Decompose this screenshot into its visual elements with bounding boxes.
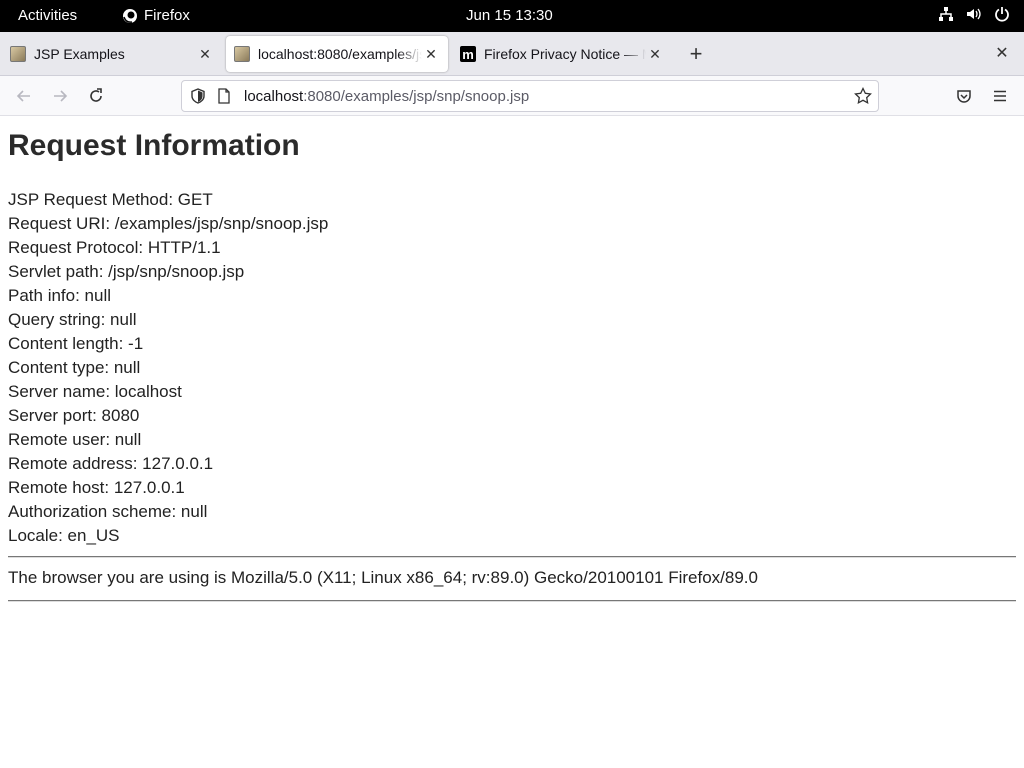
bookmark-star-icon[interactable] [854, 87, 872, 105]
tab-jsp-examples[interactable]: JSP Examples ✕ [2, 36, 222, 72]
info-line: Request URI: /examples/jsp/snp/snoop.jsp [8, 214, 329, 233]
tracking-protection-shield-icon[interactable] [190, 88, 206, 104]
request-info-list: JSP Request Method: GET Request URI: /ex… [8, 188, 328, 548]
forward-arrow-icon[interactable] [48, 84, 72, 108]
tab-strip: JSP Examples ✕ localhost:8080/examples/j… [0, 32, 1024, 76]
back-arrow-icon[interactable] [12, 84, 36, 108]
tab-title: localhost:8080/examples/jsp/snp/snoop.js… [258, 46, 422, 62]
url-path: :8080/examples/jsp/snp/snoop.jsp [303, 88, 530, 105]
info-line: Locale: en_US [8, 526, 120, 545]
tab-title: Firefox Privacy Notice — Mozilla [484, 46, 646, 62]
horizontal-rule [8, 600, 1016, 602]
info-line: Remote address: 127.0.0.1 [8, 454, 214, 473]
user-agent-text: The browser you are using is Mozilla/5.0… [8, 568, 758, 587]
system-tray[interactable] [938, 6, 1010, 22]
pocket-icon[interactable] [952, 84, 976, 108]
activities-button[interactable]: Activities [18, 7, 77, 24]
system-top-bar: Activities Firefox Jun 15 13:30 [0, 0, 1024, 32]
info-line: Content length: -1 [8, 334, 144, 353]
info-line: Content type: null [8, 358, 141, 377]
info-line: Server name: localhost [8, 382, 182, 401]
volume-icon [966, 6, 982, 22]
info-line: Remote host: 127.0.0.1 [8, 478, 185, 497]
url-host: localhost [244, 88, 304, 105]
app-menu[interactable]: Firefox [122, 7, 190, 24]
power-icon [994, 6, 1010, 22]
close-tab-icon[interactable]: ✕ [646, 45, 664, 63]
info-line: Servlet path: /jsp/snp/snoop.jsp [8, 262, 245, 281]
tab-snoop[interactable]: localhost:8080/examples/jsp/snp/snoop.js… [226, 36, 448, 72]
info-line: Query string: null [8, 310, 137, 329]
info-line: Request Protocol: HTTP/1.1 [8, 238, 221, 257]
info-line: Path info: null [8, 286, 112, 305]
app-name: Firefox [144, 7, 190, 24]
reload-icon[interactable] [84, 84, 108, 108]
page-title: Request Information [8, 129, 300, 162]
image-favicon-icon [10, 46, 26, 62]
info-line: Server port: 8080 [8, 406, 140, 425]
page-content: Request Information JSP Request Method: … [0, 117, 1024, 768]
clock[interactable]: Jun 15 13:30 [466, 7, 553, 24]
navigation-toolbar: localhost:8080/examples/jsp/snp/snoop.js… [0, 76, 1024, 116]
close-tab-icon[interactable]: ✕ [196, 45, 214, 63]
tab-title: JSP Examples [34, 46, 125, 62]
firefox-icon [122, 8, 138, 24]
network-icon [938, 6, 954, 22]
horizontal-rule [8, 556, 1016, 558]
info-line: JSP Request Method: GET [8, 190, 213, 209]
window-close-icon[interactable]: ✕ [992, 44, 1012, 64]
image-favicon-icon [234, 46, 250, 62]
info-line: Authorization scheme: null [8, 502, 208, 521]
new-tab-plus-icon[interactable]: + [684, 43, 708, 68]
hamburger-menu-icon[interactable] [988, 84, 1012, 108]
info-line: Remote user: null [8, 430, 142, 449]
close-tab-icon[interactable]: ✕ [422, 45, 440, 63]
address-bar[interactable]: localhost:8080/examples/jsp/snp/snoop.js… [181, 80, 879, 112]
tab-privacy-notice[interactable]: m Firefox Privacy Notice — Mozilla ✕ [452, 36, 672, 72]
mozilla-m-favicon-icon: m [460, 46, 476, 62]
url-text[interactable]: localhost:8080/examples/jsp/snp/snoop.js… [244, 88, 529, 105]
page-info-icon[interactable] [216, 88, 232, 104]
